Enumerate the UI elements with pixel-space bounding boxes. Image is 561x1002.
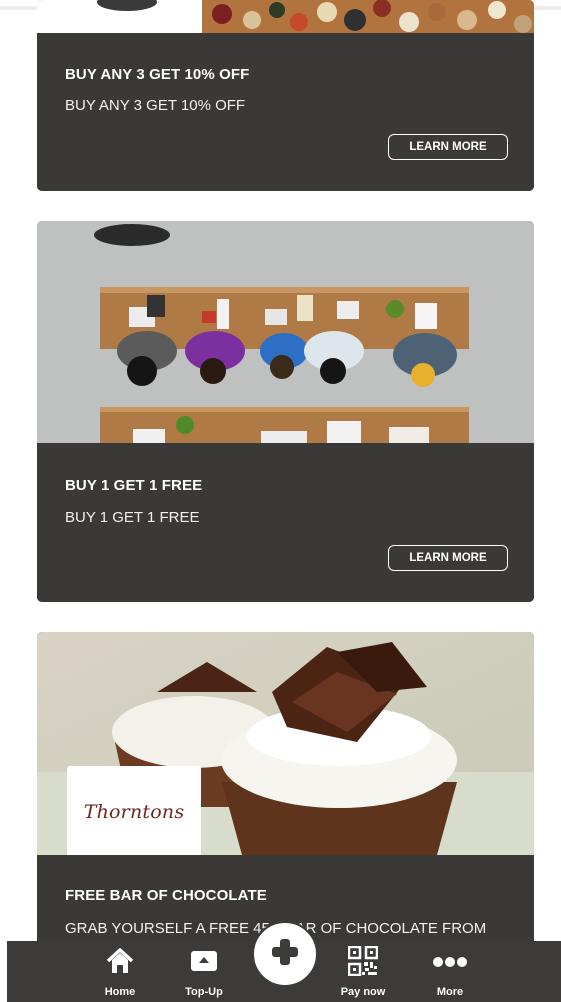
nav-label: Pay now — [340, 986, 386, 998]
nav-item-more[interactable]: More — [427, 941, 473, 1002]
nav-label: More — [436, 986, 464, 998]
nav-item-pay-now[interactable]: Pay now — [335, 941, 391, 1002]
learn-more-button[interactable]: LEARN MORE — [388, 545, 508, 571]
more-dots-icon — [432, 955, 468, 973]
nav-label: Home — [104, 986, 136, 998]
brand-logo-text: Thorntons — [83, 801, 185, 823]
nav-label: Top-Up — [185, 986, 223, 998]
offer-body: BUY ANY 3 GET 10% OFF BUY ANY 3 GET 10% … — [37, 33, 534, 191]
offer-image: Thorntons — [37, 632, 534, 855]
learn-more-button[interactable]: LEARN MORE — [388, 134, 508, 160]
offer-title: FREE BAR OF CHOCOLATE — [65, 887, 267, 904]
offer-image — [37, 0, 534, 33]
plus-icon — [270, 937, 300, 972]
offer-description: BUY 1 GET 1 FREE — [65, 509, 200, 526]
offer-card-buy-3[interactable]: BUY ANY 3 GET 10% OFF BUY ANY 3 GET 10% … — [37, 0, 534, 191]
nav-item-home[interactable]: Home — [97, 941, 143, 1002]
offer-title: BUY 1 GET 1 FREE — [65, 477, 203, 494]
qr-code-icon — [347, 945, 379, 981]
brand-logo: Thorntons — [67, 766, 201, 855]
offer-image — [37, 221, 534, 443]
offer-card-chocolate[interactable]: Thorntons FREE BAR OF CHOCOLATE GRAB YOU… — [37, 632, 534, 962]
home-icon — [105, 947, 135, 980]
nav-item-top-up[interactable]: Top-Up — [181, 941, 227, 1002]
top-up-icon — [190, 949, 218, 978]
offer-description: BUY ANY 3 GET 10% OFF — [65, 97, 246, 114]
offer-body: BUY 1 GET 1 FREE BUY 1 GET 1 FREE LEARN … — [37, 443, 534, 602]
add-action-button[interactable] — [252, 921, 318, 987]
offer-title: BUY ANY 3 GET 10% OFF — [65, 66, 250, 83]
offer-card-bogof[interactable]: BUY 1 GET 1 FREE BUY 1 GET 1 FREE LEARN … — [37, 221, 534, 602]
